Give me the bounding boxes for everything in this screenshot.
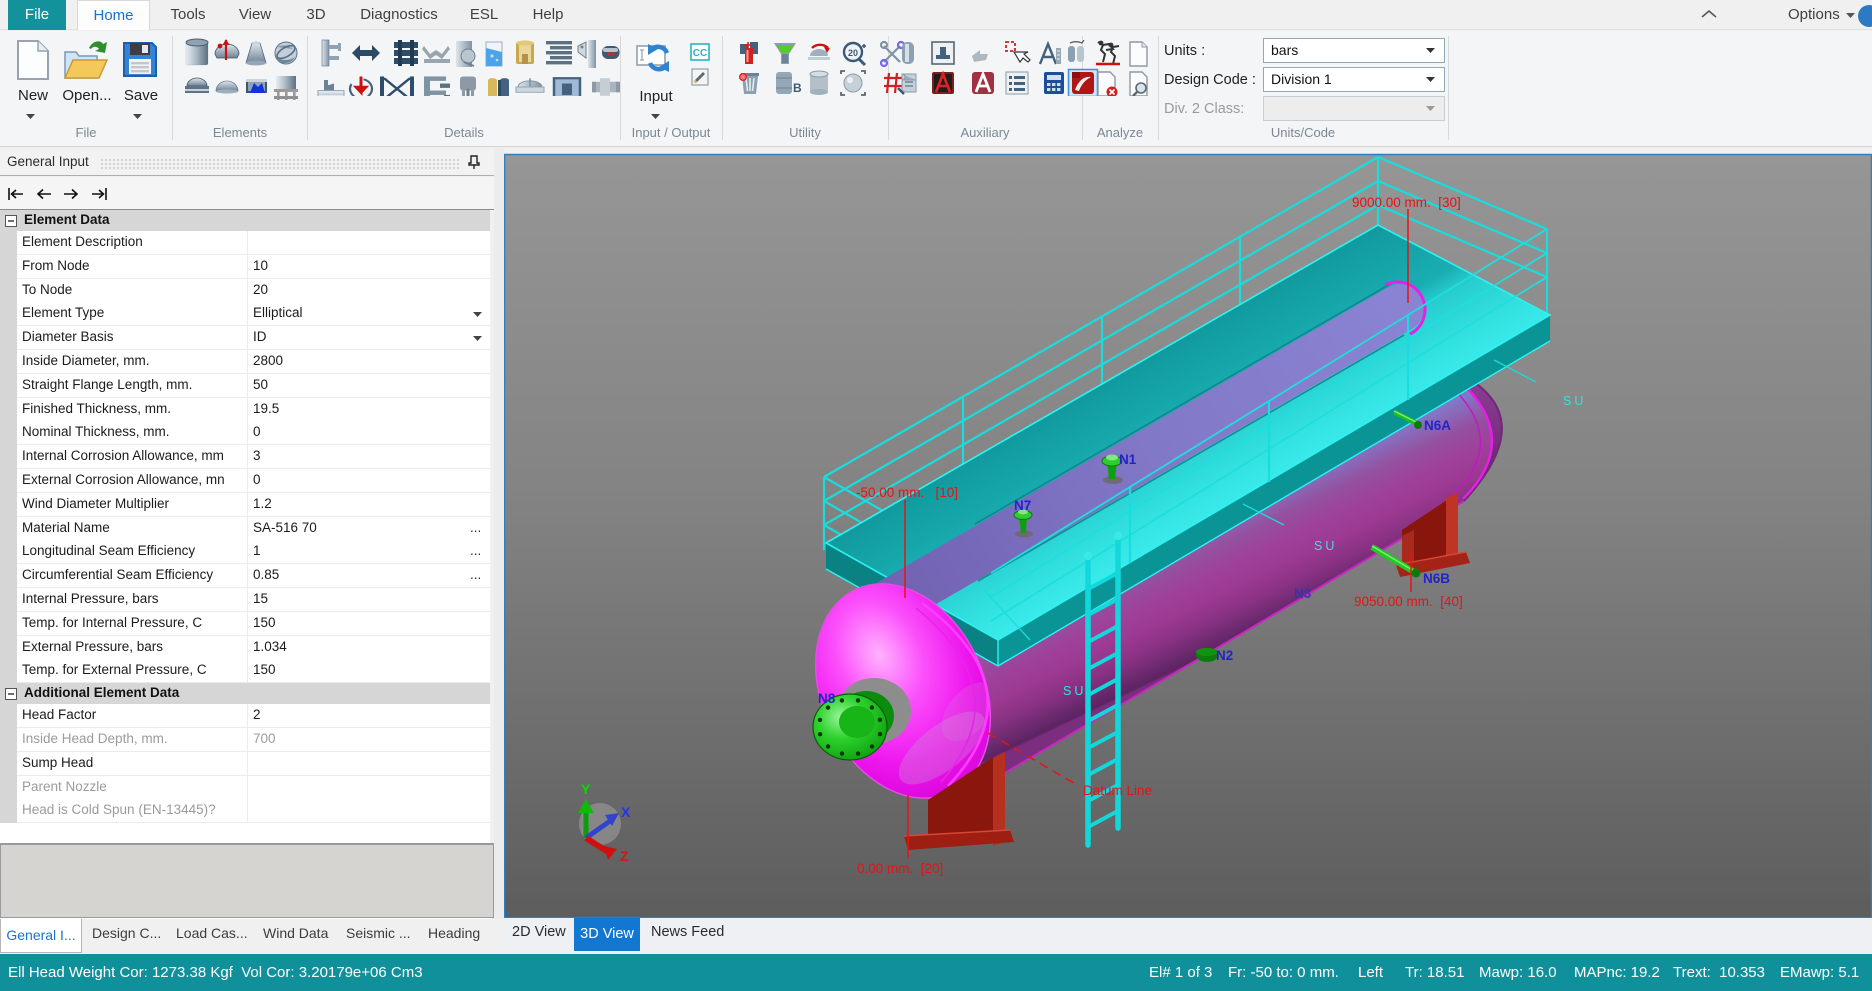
svg-text:X: X	[621, 804, 631, 820]
svg-text:9050.00 mm. [40]: 9050.00 mm. [40]	[1354, 594, 1463, 609]
svg-text:20: 20	[848, 48, 858, 58]
svg-text:N3: N3	[1294, 586, 1312, 601]
svg-text:N1: N1	[1119, 452, 1137, 467]
svg-text:Datum Line: Datum Line	[1083, 783, 1152, 798]
svg-text:CC: CC	[693, 48, 707, 59]
svg-text:N6A: N6A	[1424, 418, 1451, 433]
svg-text:SU: SU	[1063, 684, 1086, 698]
svg-text:SU: SU	[1563, 394, 1586, 408]
svg-text:0.00 mm. [20]: 0.00 mm. [20]	[857, 861, 943, 876]
svg-text:-50.00 mm. [10]: -50.00 mm. [10]	[856, 485, 958, 500]
svg-text:N8: N8	[818, 691, 836, 706]
svg-text:Y: Y	[581, 781, 591, 797]
svg-text:SU: SU	[1314, 539, 1337, 553]
svg-text:Z: Z	[620, 848, 629, 864]
svg-text:B: B	[793, 81, 802, 95]
svg-text:N7: N7	[1014, 498, 1031, 513]
svg-text:9000.00 mm. [30]: 9000.00 mm. [30]	[1352, 195, 1461, 210]
svg-text:N6B: N6B	[1423, 571, 1450, 586]
svg-text:N2: N2	[1216, 648, 1233, 663]
